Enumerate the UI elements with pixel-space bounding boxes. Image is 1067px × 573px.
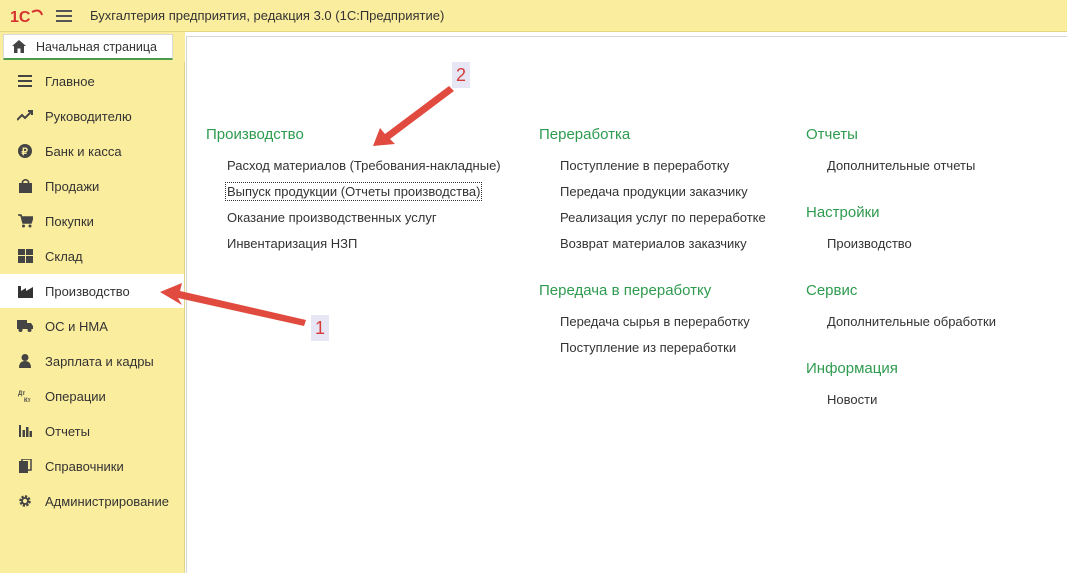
sidebar-item-production[interactable]: Производство <box>0 274 184 308</box>
sidebar-item-label: Администрирование <box>45 493 169 509</box>
sidebar-item-main[interactable]: Главное <box>0 64 184 98</box>
sidebar-item-label: Продажи <box>45 178 100 194</box>
link-receipt-for-processing[interactable]: Поступление в переработку <box>560 158 729 173</box>
debit-credit-icon: Дт Кт <box>17 388 33 404</box>
sidebar-item-reports[interactable]: Отчеты <box>0 414 184 448</box>
home-icon <box>12 40 26 53</box>
sidebar-item-operations[interactable]: Дт Кт Операции <box>0 379 184 413</box>
section-title-service: Сервис <box>806 282 858 299</box>
sidebar-item-bank[interactable]: ₽ Банк и касса <box>0 134 184 168</box>
person-icon <box>17 353 33 369</box>
truck-icon <box>17 318 33 334</box>
sidebar-item-label: Зарплата и кадры <box>45 353 154 369</box>
sidebar-item-label: Главное <box>45 73 95 89</box>
svg-text:₽: ₽ <box>22 147 29 158</box>
sidebar-item-sales[interactable]: Продажи <box>0 169 184 203</box>
link-additional-processing[interactable]: Дополнительные обработки <box>827 314 996 329</box>
sidebar-item-fixed-assets[interactable]: ОС и НМА <box>0 309 184 343</box>
sidebar-item-purchases[interactable]: Покупки <box>0 204 184 238</box>
link-material-consumption[interactable]: Расход материалов (Требования-накладные) <box>227 158 501 173</box>
section-title-processing: Переработка <box>539 126 631 143</box>
link-transfer-to-customer[interactable]: Передача продукции заказчику <box>560 184 748 199</box>
section-title-settings: Настройки <box>806 204 880 221</box>
svg-text:1С: 1С <box>10 9 31 26</box>
sidebar-item-label: Руководителю <box>45 108 132 124</box>
menu-icon[interactable] <box>56 9 72 22</box>
link-processing-services-sale[interactable]: Реализация услуг по переработке <box>560 210 766 225</box>
link-settings-production[interactable]: Производство <box>827 236 912 251</box>
gear-icon <box>17 493 33 509</box>
sidebar-item-label: ОС и НМА <box>45 318 108 334</box>
link-receipt-from-processing[interactable]: Поступление из переработки <box>560 340 736 355</box>
section-title-information: Информация <box>806 360 898 377</box>
sidebar-item-label: Операции <box>45 388 106 404</box>
ruble-coin-icon: ₽ <box>17 143 33 159</box>
sidebar-item-label: Склад <box>45 248 83 264</box>
link-product-output[interactable]: Выпуск продукции (Отчеты производства) <box>224 182 483 201</box>
bar-chart-icon <box>17 423 33 439</box>
link-wip-inventory[interactable]: Инвентаризация НЗП <box>227 236 357 251</box>
trend-icon <box>17 108 33 124</box>
svg-text:Дт: Дт <box>18 391 25 397</box>
sidebar-item-label: Отчеты <box>45 423 90 439</box>
factory-icon <box>17 283 33 299</box>
title-bar: 1С Бухгалтерия предприятия, редакция 3.0… <box>0 0 1067 32</box>
tab-strip: Начальная страница <box>0 32 185 62</box>
section-title-outsourcing: Передача в переработку <box>539 282 712 299</box>
section-title-production: Производство <box>206 126 304 143</box>
section-title-reports: Отчеты <box>806 126 858 143</box>
svg-text:Кт: Кт <box>24 398 31 403</box>
link-additional-reports[interactable]: Дополнительные отчеты <box>827 158 975 173</box>
books-icon <box>17 458 33 474</box>
sidebar-item-label: Производство <box>45 283 130 299</box>
shopping-bag-icon <box>17 178 33 194</box>
sidebar-item-warehouse[interactable]: Склад <box>0 239 184 273</box>
link-production-services[interactable]: Оказание производственных услуг <box>227 210 437 225</box>
sidebar-item-label: Банк и касса <box>45 143 122 159</box>
app-title: Бухгалтерия предприятия, редакция 3.0 (1… <box>90 8 445 23</box>
sidebar-item-label: Покупки <box>45 213 94 229</box>
sidebar: Главное Руководителю ₽ Банк и касса Прод… <box>0 62 185 573</box>
sidebar-item-administration[interactable]: Администрирование <box>0 484 184 518</box>
sidebar-item-manager[interactable]: Руководителю <box>0 99 184 133</box>
list-icon <box>17 73 33 89</box>
cart-icon <box>17 213 33 229</box>
sidebar-item-salary[interactable]: Зарплата и кадры <box>0 344 184 378</box>
warehouse-icon <box>17 248 33 264</box>
1c-logo-icon[interactable]: 1С <box>10 6 44 26</box>
annotation-badge-1: 1 <box>311 315 329 341</box>
link-news[interactable]: Новости <box>827 392 877 407</box>
annotation-badge-2: 2 <box>452 62 470 88</box>
sidebar-item-label: Справочники <box>45 458 124 474</box>
main-panel: Производство Расход материалов (Требован… <box>186 36 1067 573</box>
tab-home[interactable]: Начальная страница <box>3 34 173 60</box>
link-return-materials[interactable]: Возврат материалов заказчику <box>560 236 747 251</box>
link-transfer-raw-materials[interactable]: Передача сырья в переработку <box>560 314 750 329</box>
tab-home-label: Начальная страница <box>36 39 157 54</box>
sidebar-item-references[interactable]: Справочники <box>0 449 184 483</box>
